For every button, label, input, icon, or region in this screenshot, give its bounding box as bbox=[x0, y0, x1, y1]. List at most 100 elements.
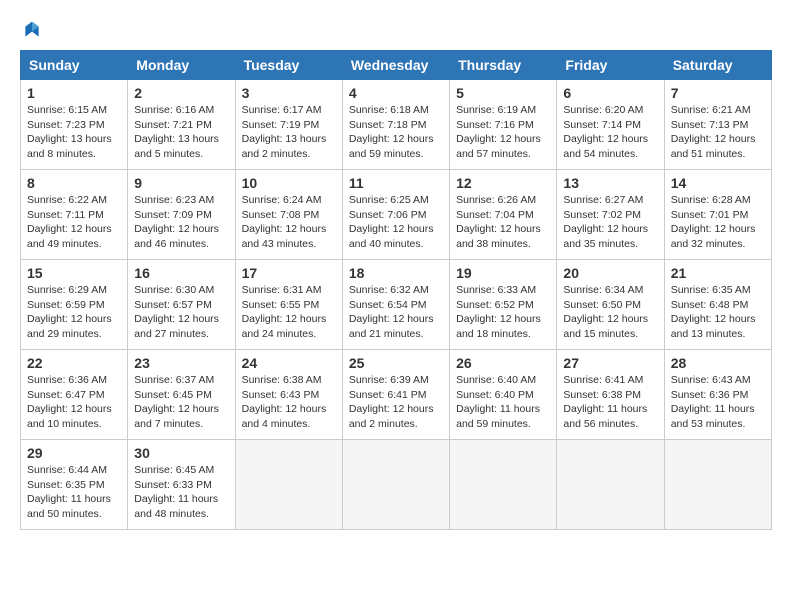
day-number: 12 bbox=[456, 175, 550, 191]
calendar-cell: 4Sunrise: 6:18 AMSunset: 7:18 PMDaylight… bbox=[342, 80, 449, 170]
calendar-cell bbox=[450, 440, 557, 530]
header-friday: Friday bbox=[557, 51, 664, 80]
calendar-cell: 1 Sunrise: 6:15 AMSunset: 7:23 PMDaylight… bbox=[21, 80, 128, 170]
day-info: Sunrise: 6:15 AMSunset: 7:23 PMDaylight:… bbox=[27, 103, 121, 162]
day-info: Sunrise: 6:36 AMSunset: 6:47 PMDaylight:… bbox=[27, 373, 121, 432]
calendar: SundayMondayTuesdayWednesdayThursdayFrid… bbox=[20, 50, 772, 530]
calendar-cell: 8 Sunrise: 6:22 AMSunset: 7:11 PMDaylight… bbox=[21, 170, 128, 260]
calendar-header-row: SundayMondayTuesdayWednesdayThursdayFrid… bbox=[21, 51, 772, 80]
day-info: Sunrise: 6:31 AMSunset: 6:55 PMDaylight:… bbox=[242, 283, 336, 342]
header-saturday: Saturday bbox=[664, 51, 771, 80]
week-row-1: 1 Sunrise: 6:15 AMSunset: 7:23 PMDaylight… bbox=[21, 80, 772, 170]
day-number: 2 bbox=[134, 85, 228, 101]
day-number: 11 bbox=[349, 175, 443, 191]
calendar-cell: 24Sunrise: 6:38 AMSunset: 6:43 PMDayligh… bbox=[235, 350, 342, 440]
logo bbox=[20, 20, 42, 40]
day-info: Sunrise: 6:38 AMSunset: 6:43 PMDaylight:… bbox=[242, 373, 336, 432]
calendar-cell: 6 Sunrise: 6:20 AMSunset: 7:14 PMDaylight… bbox=[557, 80, 664, 170]
day-number: 26 bbox=[456, 355, 550, 371]
day-info: Sunrise: 6:45 AMSunset: 6:33 PMDaylight:… bbox=[134, 463, 228, 522]
day-info: Sunrise: 6:33 AMSunset: 6:52 PMDaylight:… bbox=[456, 283, 550, 342]
day-number: 29 bbox=[27, 445, 121, 461]
week-row-4: 22 Sunrise: 6:36 AMSunset: 6:47 PMDayligh… bbox=[21, 350, 772, 440]
day-info: Sunrise: 6:30 AMSunset: 6:57 PMDaylight:… bbox=[134, 283, 228, 342]
header-tuesday: Tuesday bbox=[235, 51, 342, 80]
day-info: Sunrise: 6:17 AMSunset: 7:19 PMDaylight:… bbox=[242, 103, 336, 162]
day-info: Sunrise: 6:16 AMSunset: 7:21 PMDaylight:… bbox=[134, 103, 228, 162]
day-info: Sunrise: 6:20 AMSunset: 7:14 PMDaylight:… bbox=[563, 103, 657, 162]
day-info: Sunrise: 6:19 AMSunset: 7:16 PMDaylight:… bbox=[456, 103, 550, 162]
day-info: Sunrise: 6:35 AMSunset: 6:48 PMDaylight:… bbox=[671, 283, 765, 342]
calendar-cell bbox=[235, 440, 342, 530]
calendar-cell: 21 Sunrise: 6:35 AMSunset: 6:48 PMDayligh… bbox=[664, 260, 771, 350]
day-number: 9 bbox=[134, 175, 228, 191]
day-number: 14 bbox=[671, 175, 765, 191]
day-number: 10 bbox=[242, 175, 336, 191]
calendar-cell: 9 Sunrise: 6:23 AMSunset: 7:09 PMDaylight… bbox=[128, 170, 235, 260]
calendar-cell: 13 Sunrise: 6:27 AMSunset: 7:02 PMDayligh… bbox=[557, 170, 664, 260]
header-thursday: Thursday bbox=[450, 51, 557, 80]
calendar-cell: 29 Sunrise: 6:44 AMSunset: 6:35 PMDayligh… bbox=[21, 440, 128, 530]
day-info: Sunrise: 6:25 AMSunset: 7:06 PMDaylight:… bbox=[349, 193, 443, 252]
day-info: Sunrise: 6:32 AMSunset: 6:54 PMDaylight:… bbox=[349, 283, 443, 342]
day-info: Sunrise: 6:22 AMSunset: 7:11 PMDaylight:… bbox=[27, 193, 121, 252]
day-info: Sunrise: 6:43 AMSunset: 6:36 PMDaylight:… bbox=[671, 373, 765, 432]
day-number: 21 bbox=[671, 265, 765, 281]
calendar-cell bbox=[557, 440, 664, 530]
day-number: 17 bbox=[242, 265, 336, 281]
calendar-cell: 18Sunrise: 6:32 AMSunset: 6:54 PMDayligh… bbox=[342, 260, 449, 350]
calendar-cell: 28Sunrise: 6:43 AMSunset: 6:36 PMDayligh… bbox=[664, 350, 771, 440]
day-info: Sunrise: 6:23 AMSunset: 7:09 PMDaylight:… bbox=[134, 193, 228, 252]
calendar-cell: 14 Sunrise: 6:28 AMSunset: 7:01 PMDayligh… bbox=[664, 170, 771, 260]
logo-icon bbox=[22, 20, 42, 40]
day-number: 25 bbox=[349, 355, 443, 371]
calendar-cell bbox=[664, 440, 771, 530]
calendar-cell: 2 Sunrise: 6:16 AMSunset: 7:21 PMDaylight… bbox=[128, 80, 235, 170]
day-number: 1 bbox=[27, 85, 121, 101]
day-info: Sunrise: 6:41 AMSunset: 6:38 PMDaylight:… bbox=[563, 373, 657, 432]
day-info: Sunrise: 6:39 AMSunset: 6:41 PMDaylight:… bbox=[349, 373, 443, 432]
day-number: 30 bbox=[134, 445, 228, 461]
day-info: Sunrise: 6:28 AMSunset: 7:01 PMDaylight:… bbox=[671, 193, 765, 252]
day-number: 22 bbox=[27, 355, 121, 371]
calendar-cell: 27Sunrise: 6:41 AMSunset: 6:38 PMDayligh… bbox=[557, 350, 664, 440]
week-row-3: 15 Sunrise: 6:29 AMSunset: 6:59 PMDayligh… bbox=[21, 260, 772, 350]
calendar-cell: 20Sunrise: 6:34 AMSunset: 6:50 PMDayligh… bbox=[557, 260, 664, 350]
day-number: 23 bbox=[134, 355, 228, 371]
calendar-cell: 10 Sunrise: 6:24 AMSunset: 7:08 PMDayligh… bbox=[235, 170, 342, 260]
calendar-cell: 23 Sunrise: 6:37 AMSunset: 6:45 PMDayligh… bbox=[128, 350, 235, 440]
calendar-cell: 3Sunrise: 6:17 AMSunset: 7:19 PMDaylight… bbox=[235, 80, 342, 170]
day-info: Sunrise: 6:21 AMSunset: 7:13 PMDaylight:… bbox=[671, 103, 765, 162]
day-number: 6 bbox=[563, 85, 657, 101]
calendar-cell bbox=[342, 440, 449, 530]
day-number: 8 bbox=[27, 175, 121, 191]
header-monday: Monday bbox=[128, 51, 235, 80]
page-header bbox=[20, 20, 772, 40]
header-sunday: Sunday bbox=[21, 51, 128, 80]
day-number: 15 bbox=[27, 265, 121, 281]
day-info: Sunrise: 6:44 AMSunset: 6:35 PMDaylight:… bbox=[27, 463, 121, 522]
day-info: Sunrise: 6:37 AMSunset: 6:45 PMDaylight:… bbox=[134, 373, 228, 432]
day-info: Sunrise: 6:24 AMSunset: 7:08 PMDaylight:… bbox=[242, 193, 336, 252]
calendar-cell: 5Sunrise: 6:19 AMSunset: 7:16 PMDaylight… bbox=[450, 80, 557, 170]
day-number: 20 bbox=[563, 265, 657, 281]
week-row-2: 8 Sunrise: 6:22 AMSunset: 7:11 PMDaylight… bbox=[21, 170, 772, 260]
calendar-cell: 7Sunrise: 6:21 AMSunset: 7:13 PMDaylight… bbox=[664, 80, 771, 170]
week-row-5: 29 Sunrise: 6:44 AMSunset: 6:35 PMDayligh… bbox=[21, 440, 772, 530]
calendar-cell: 17 Sunrise: 6:31 AMSunset: 6:55 PMDayligh… bbox=[235, 260, 342, 350]
day-info: Sunrise: 6:29 AMSunset: 6:59 PMDaylight:… bbox=[27, 283, 121, 342]
day-info: Sunrise: 6:18 AMSunset: 7:18 PMDaylight:… bbox=[349, 103, 443, 162]
calendar-cell: 26Sunrise: 6:40 AMSunset: 6:40 PMDayligh… bbox=[450, 350, 557, 440]
day-number: 13 bbox=[563, 175, 657, 191]
day-number: 16 bbox=[134, 265, 228, 281]
calendar-cell: 30 Sunrise: 6:45 AMSunset: 6:33 PMDayligh… bbox=[128, 440, 235, 530]
day-number: 19 bbox=[456, 265, 550, 281]
calendar-cell: 15 Sunrise: 6:29 AMSunset: 6:59 PMDayligh… bbox=[21, 260, 128, 350]
day-info: Sunrise: 6:26 AMSunset: 7:04 PMDaylight:… bbox=[456, 193, 550, 252]
calendar-cell: 11 Sunrise: 6:25 AMSunset: 7:06 PMDayligh… bbox=[342, 170, 449, 260]
day-info: Sunrise: 6:27 AMSunset: 7:02 PMDaylight:… bbox=[563, 193, 657, 252]
calendar-cell: 12 Sunrise: 6:26 AMSunset: 7:04 PMDayligh… bbox=[450, 170, 557, 260]
calendar-cell: 22 Sunrise: 6:36 AMSunset: 6:47 PMDayligh… bbox=[21, 350, 128, 440]
calendar-cell: 16 Sunrise: 6:30 AMSunset: 6:57 PMDayligh… bbox=[128, 260, 235, 350]
calendar-cell: 25 Sunrise: 6:39 AMSunset: 6:41 PMDayligh… bbox=[342, 350, 449, 440]
